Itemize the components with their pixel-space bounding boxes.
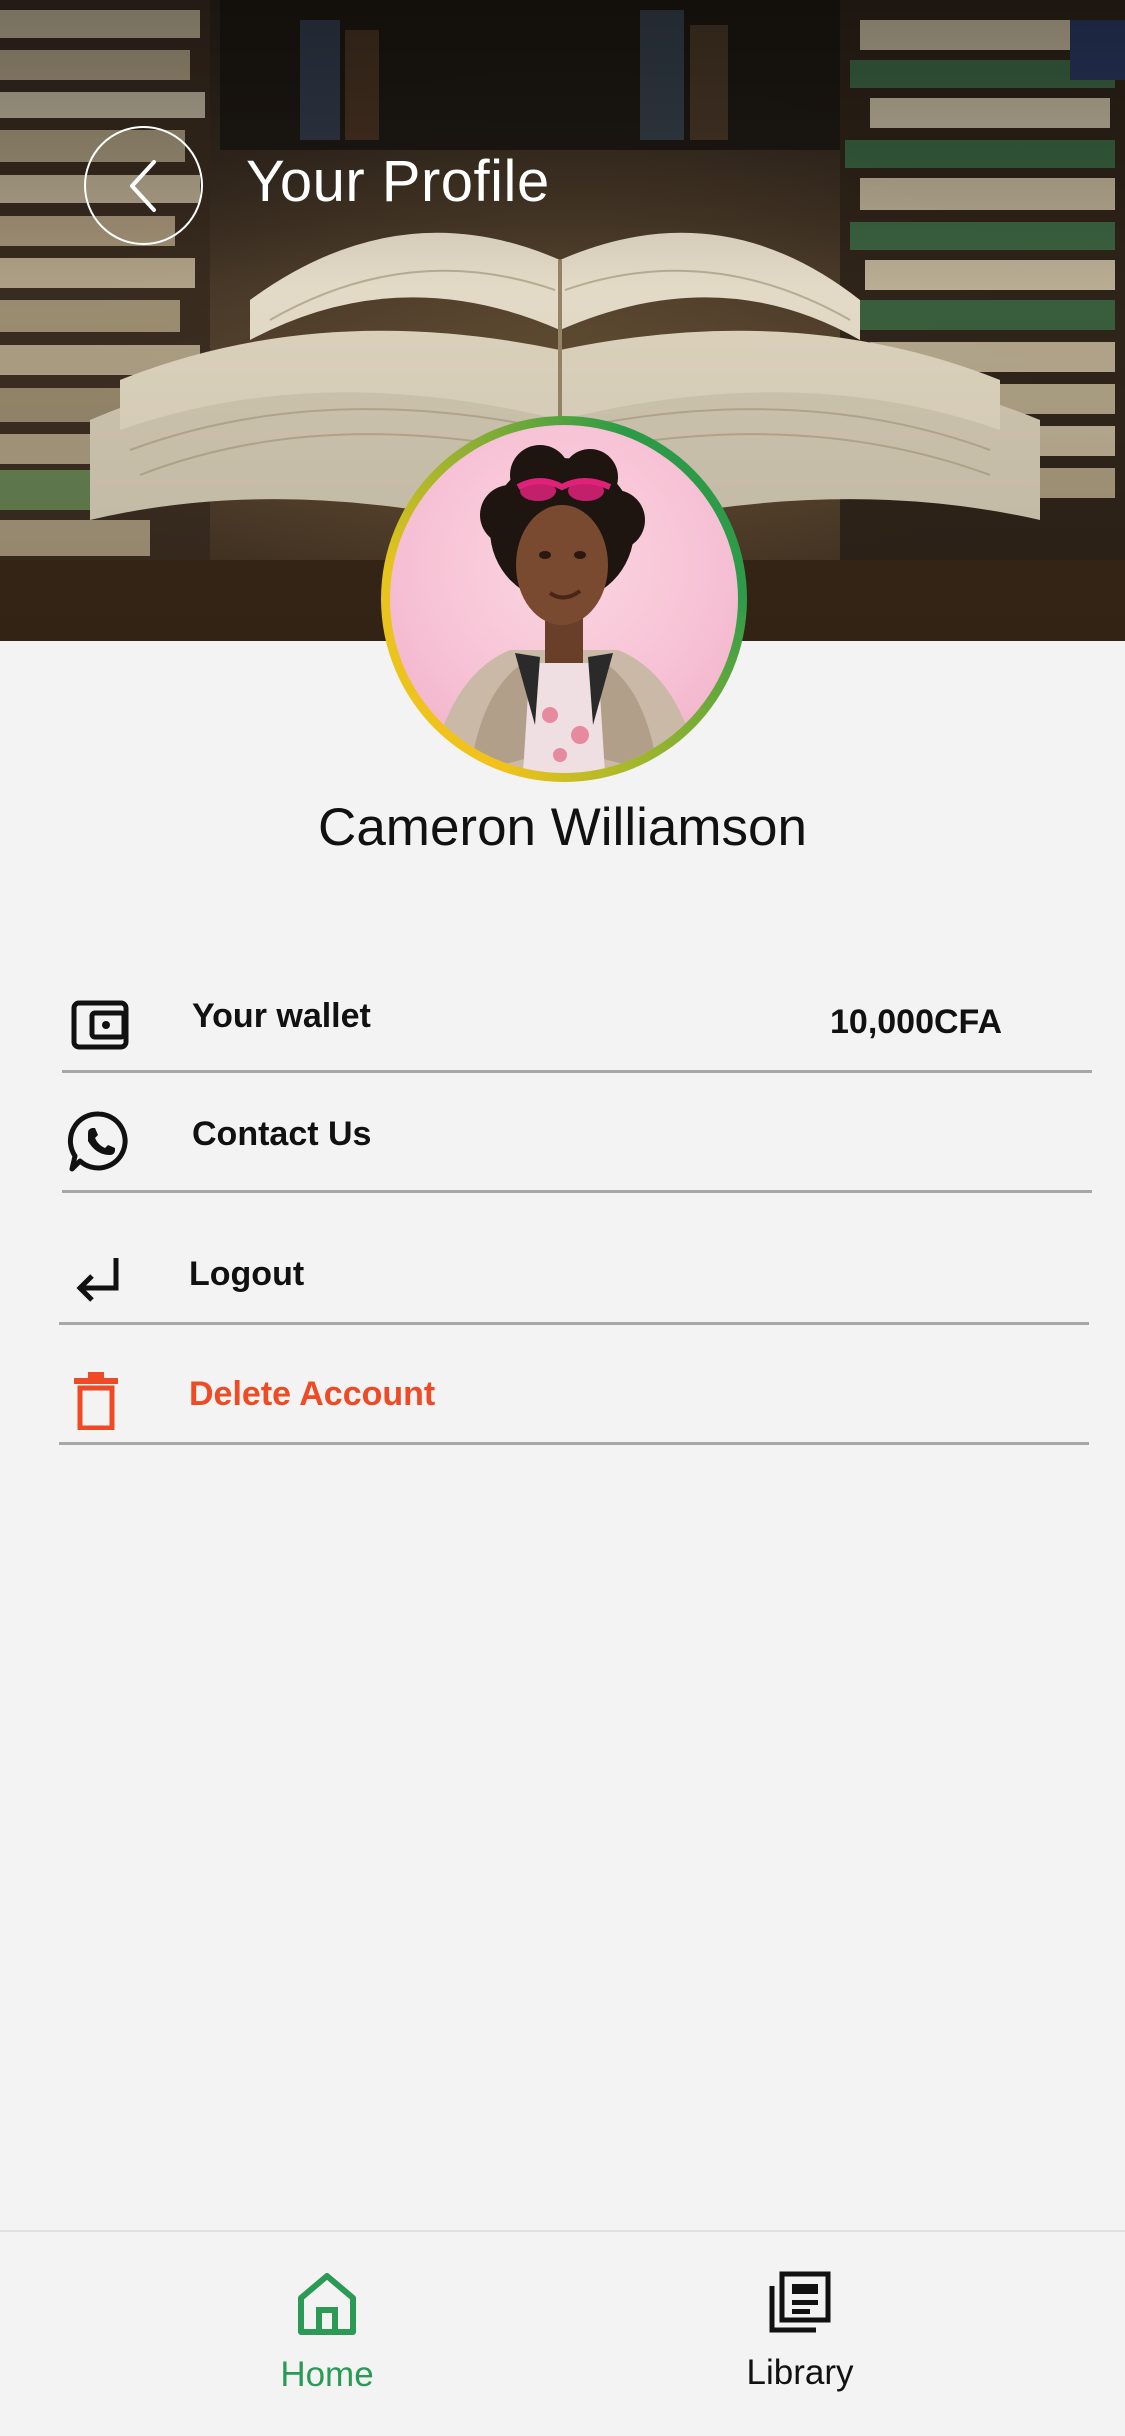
divider: [62, 1070, 1092, 1073]
logout-row[interactable]: Logout: [0, 1228, 1125, 1338]
home-icon: [298, 2273, 356, 2335]
wallet-label: Your wallet: [192, 997, 371, 1035]
nav-library-label: Library: [746, 2353, 854, 2392]
wallet-icon: [70, 995, 130, 1058]
contact-us-row[interactable]: Contact Us: [0, 1095, 1125, 1205]
profile-screen: Your Profile Cameron Williamson Your wal…: [0, 0, 1125, 2436]
nav-home-label: Home: [280, 2355, 374, 2394]
wallet-balance: 10,000CFA: [830, 1003, 1002, 1041]
user-name: Cameron Williamson: [318, 798, 807, 857]
chevron-left-icon: [129, 159, 156, 212]
delete-account-row[interactable]: Delete Account: [0, 1348, 1125, 1458]
whatsapp-icon: [66, 1109, 132, 1180]
nav-library[interactable]: Library: [680, 2270, 920, 2410]
contact-us-label: Contact Us: [192, 1115, 372, 1153]
avatar[interactable]: [390, 425, 738, 773]
delete-account-label: Delete Account: [189, 1375, 436, 1413]
logout-arrow-icon: [72, 1254, 124, 1311]
divider: [59, 1322, 1089, 1325]
back-button[interactable]: [84, 126, 203, 245]
library-icon: [769, 2271, 831, 2333]
divider: [59, 1442, 1089, 1445]
nav-home[interactable]: Home: [207, 2270, 447, 2410]
wallet-row[interactable]: Your wallet 10,000CFA: [0, 975, 1125, 1085]
bottom-navigation: Home Library: [0, 2230, 1125, 2436]
divider: [62, 1190, 1092, 1193]
page-title: Your Profile: [246, 149, 550, 214]
trash-icon: [72, 1372, 120, 1435]
avatar-photo: [430, 445, 700, 773]
avatar-ring: [381, 416, 747, 782]
logout-label: Logout: [189, 1255, 305, 1293]
